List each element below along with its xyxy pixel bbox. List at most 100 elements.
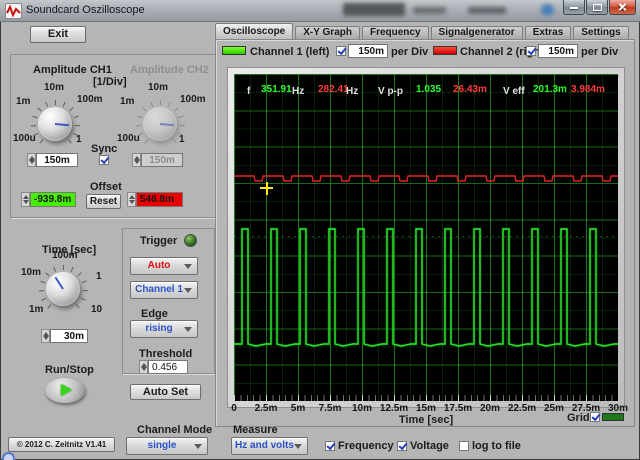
x-axis-title: Time [sec]: [398, 414, 454, 426]
amplitude-unit-label: [1/Div]: [93, 76, 127, 88]
trigger-led: [184, 234, 197, 247]
x-tick: 2.5m: [254, 403, 278, 414]
threshold-spinner[interactable]: [139, 360, 148, 374]
amplitude-ch2-title: Amplitude CH2: [130, 64, 209, 76]
grid-label: Grid: [567, 412, 590, 424]
tab-xy-graph[interactable]: X-Y Graph: [295, 26, 360, 39]
channel-mode-dropdown[interactable]: single: [126, 437, 208, 455]
channel-mode-label: Channel Mode: [137, 424, 213, 436]
ch2-offset-spinner[interactable]: [127, 192, 136, 207]
maximize-icon: [593, 4, 602, 11]
waveform-traces: [234, 175, 618, 348]
measure-mode-dropdown[interactable]: Hz and volts: [231, 437, 308, 455]
sync-checkbox[interactable]: [99, 155, 109, 165]
app-icon: [5, 3, 22, 19]
x-tick: 5m: [290, 403, 306, 414]
time-value[interactable]: 30m: [50, 329, 88, 343]
clipped-indicator: [2, 452, 15, 460]
knob-face: [46, 272, 80, 306]
glass-reflection: [541, 4, 554, 16]
cursor-crosshair[interactable]: [265, 182, 268, 195]
ch2-offset-value[interactable]: 546.8m: [136, 192, 183, 207]
ch1-offset-value[interactable]: -939.8m: [30, 192, 76, 207]
log-to-file-label: log to file: [472, 440, 521, 452]
time-dial-10-label: 10: [91, 304, 103, 315]
scope-plot: f 351.91 Hz 282.41 Hz V p-p 1.035 26.43m…: [234, 74, 618, 401]
grid-checkbox[interactable]: [590, 412, 600, 422]
x-tick: 20m: [479, 403, 500, 414]
minimize-icon: [570, 7, 578, 9]
glass-reflection: [343, 3, 405, 16]
grid-color-swatch: [602, 413, 624, 421]
ch2-dial-10m-label: 10m: [148, 82, 169, 93]
ch2-per-div-label: per Div: [581, 46, 619, 58]
x-tick: 12.5m: [379, 403, 409, 414]
ch2-div-checkbox[interactable]: [526, 46, 536, 56]
glass-reflection: [468, 7, 506, 14]
time-dial-1-label: 1: [96, 271, 102, 282]
sync-label: Sync: [91, 143, 118, 155]
app-window: Soundcard Oszilloscope Exit Amplitude CH…: [0, 0, 640, 460]
run-stop-switch[interactable]: [45, 378, 85, 403]
ch1-dial-10m-label: 10m: [44, 82, 65, 93]
edge-value: rising: [145, 323, 173, 334]
time-spinner[interactable]: [41, 329, 50, 343]
voltage-checkbox[interactable]: [397, 441, 407, 451]
edge-dropdown[interactable]: rising: [130, 320, 198, 338]
maximize-button[interactable]: [586, 0, 608, 15]
threshold-label: Threshold: [139, 348, 193, 360]
ch1-amplitude-value[interactable]: 150m: [36, 153, 78, 167]
amplitude-ch1-title: Amplitude CH1: [33, 64, 112, 76]
run-stop-label: Run/Stop: [45, 364, 94, 376]
edge-label: Edge: [141, 308, 168, 320]
ch1-div-value[interactable]: 150m: [348, 44, 388, 58]
tab-frequency[interactable]: Frequency: [361, 26, 429, 39]
amplitude-ch1-knob[interactable]: [27, 96, 83, 152]
exit-button[interactable]: Exit: [30, 26, 86, 43]
ch1-label: Channel 1 (left): [250, 46, 330, 58]
log-to-file-checkbox[interactable]: [459, 441, 469, 451]
ch1-offset-spinner[interactable]: [21, 192, 30, 207]
ch2-amplitude-value[interactable]: 150m: [141, 153, 183, 167]
ch2-div-value[interactable]: 150m: [538, 44, 578, 58]
x-tick: 17.5m: [443, 403, 473, 414]
close-button[interactable]: [609, 0, 636, 15]
x-tick: 22.5m: [507, 403, 537, 414]
amplitude-ch2-knob[interactable]: [132, 96, 188, 152]
threshold-value[interactable]: 0.456: [148, 360, 188, 374]
titlebar[interactable]: Soundcard Oszilloscope: [0, 0, 640, 22]
trigger-source-dropdown[interactable]: Channel 1: [130, 281, 198, 299]
ch1-color-swatch: [222, 46, 246, 55]
trigger-source-value: Channel 1: [135, 284, 183, 295]
tab-oscilloscope[interactable]: Oscilloscope: [215, 23, 294, 39]
ch1-div-checkbox[interactable]: [336, 46, 346, 56]
x-tick: 10m: [351, 403, 372, 414]
x-axis-ticks: [234, 395, 618, 401]
tab-signalgenerator[interactable]: Signalgenerator: [430, 26, 523, 39]
channel-mode-value: single: [147, 440, 177, 451]
ch1-amplitude-spinner[interactable]: [27, 153, 36, 167]
tab-settings[interactable]: Settings: [573, 26, 629, 39]
tab-strip: Oscilloscope X-Y Graph Frequency Signalg…: [215, 23, 629, 39]
minimize-button[interactable]: [563, 0, 585, 15]
x-tick: 7.5m: [318, 403, 342, 414]
frequency-label: Frequency: [338, 440, 394, 452]
offset-label: Offset: [90, 181, 122, 193]
frequency-checkbox[interactable]: [325, 441, 335, 451]
copyright-bar: © 2012 C. Zeitnitz V1.41: [8, 437, 115, 452]
x-tick: 0: [231, 403, 237, 414]
window-title: Soundcard Oszilloscope: [26, 4, 145, 16]
trigger-mode-value: Auto: [147, 260, 171, 271]
voltage-label: Voltage: [410, 440, 449, 452]
time-knob[interactable]: [35, 261, 91, 317]
auto-set-button[interactable]: Auto Set: [130, 384, 201, 400]
reset-button[interactable]: Reset: [86, 194, 121, 209]
trigger-mode-dropdown[interactable]: Auto: [130, 257, 198, 275]
play-icon: [61, 384, 72, 396]
measure-mode-value: Hz and volts: [235, 440, 294, 451]
ch2-amplitude-spinner[interactable]: [132, 153, 141, 167]
glass-reflection: [413, 7, 446, 14]
ch1-per-div-label: per Div: [391, 46, 429, 58]
ch2-color-swatch: [433, 46, 457, 55]
tab-extras[interactable]: Extras: [524, 26, 572, 39]
